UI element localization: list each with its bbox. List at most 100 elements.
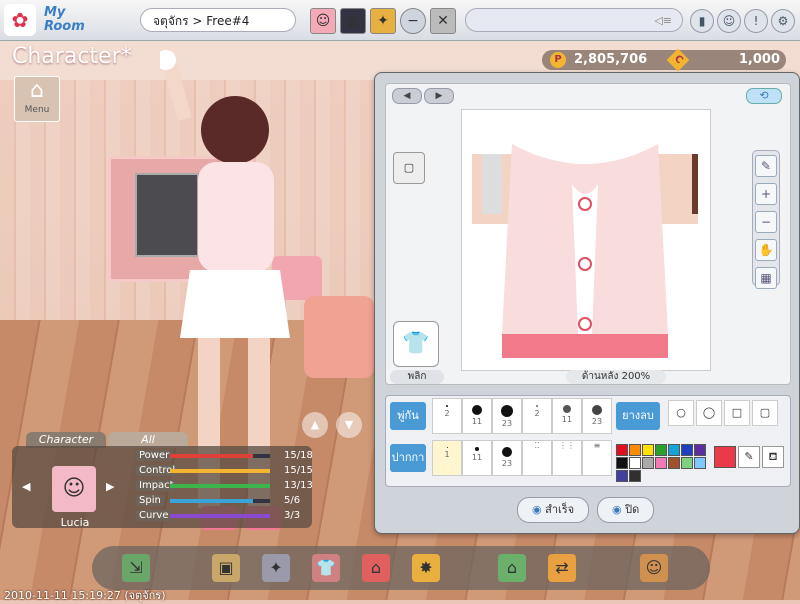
- close-button[interactable]: ◉ ปิด: [597, 497, 655, 523]
- stat-bar: [170, 484, 270, 488]
- shop-icon[interactable]: ▣: [212, 554, 240, 582]
- paint-canvas[interactable]: [461, 109, 711, 371]
- stat-fill: [170, 484, 270, 488]
- brush-size-3[interactable]: 23: [492, 398, 522, 434]
- brush-label: พู่กัน: [390, 402, 426, 430]
- clothes-icon[interactable]: 👕: [312, 554, 340, 582]
- settings-gear-icon[interactable]: ⚙: [771, 9, 795, 33]
- stat-bar: [170, 454, 270, 458]
- close-slot-icon[interactable]: ✕: [430, 8, 456, 34]
- refresh-button[interactable]: ⟲: [746, 88, 782, 104]
- editor-workspace: ◀ ▶ ⟲ ▢ ✎ + − ✋ ▦ 👕 พลิก ด้านหลัง 200%: [385, 83, 791, 385]
- palette-swatch[interactable]: [616, 457, 628, 469]
- eraser-square-large[interactable]: ▢: [752, 400, 778, 426]
- home-visit-icon[interactable]: ⌂: [498, 554, 526, 582]
- tshirt-icon[interactable]: 👕: [393, 321, 439, 367]
- exit-icon[interactable]: ⇲: [122, 554, 150, 582]
- chat-input[interactable]: ◁≡: [465, 8, 683, 32]
- alert-icon[interactable]: !: [744, 9, 768, 33]
- palette-swatch[interactable]: [642, 457, 654, 469]
- pen-pattern-1[interactable]: ⁚⁚: [522, 440, 552, 476]
- page-title: Character*: [12, 44, 132, 69]
- color-palette[interactable]: [616, 444, 708, 482]
- grid-icon[interactable]: ▦: [755, 267, 777, 289]
- brush-soft-3[interactable]: 23: [582, 398, 612, 434]
- flip-button[interactable]: พลิก: [390, 370, 444, 384]
- stat-bar: [170, 469, 270, 473]
- next-character-icon[interactable]: ▶: [106, 480, 114, 493]
- done-button[interactable]: ◉ สำเร็จ: [517, 497, 590, 523]
- eraser-medium[interactable]: ◯: [696, 400, 722, 426]
- palette-swatch[interactable]: [681, 457, 693, 469]
- zoom-in-icon[interactable]: +: [755, 183, 777, 205]
- timestamp: 2010-11-11 15:19:27 (จตุจักร): [4, 589, 166, 602]
- palette-swatch[interactable]: [629, 470, 641, 482]
- inventory-icon[interactable]: ✦: [262, 554, 290, 582]
- palette-swatch[interactable]: [655, 457, 667, 469]
- prev-button[interactable]: ◀: [392, 88, 422, 104]
- coupon-icon[interactable]: ✸: [412, 554, 440, 582]
- eraser-small[interactable]: ○: [668, 400, 694, 426]
- pencil-icon[interactable]: ✎: [755, 155, 777, 177]
- emote-slot-icon[interactable]: −: [400, 8, 426, 34]
- speaker-icon: ◁≡: [654, 14, 672, 27]
- home-icon: ⌂: [30, 78, 44, 103]
- layer-icon[interactable]: ▢: [393, 152, 425, 184]
- brush-soft-2[interactable]: 11: [552, 398, 582, 434]
- palette-swatch[interactable]: [655, 444, 667, 456]
- pen-label: ปากกา: [390, 444, 426, 472]
- scroll-down-icon[interactable]: ▼: [336, 412, 362, 438]
- coin-icon: P: [550, 52, 566, 68]
- location-selector[interactable]: จตุจักร > Free#4: [140, 8, 296, 32]
- palette-swatch[interactable]: [616, 470, 628, 482]
- brush-settings: พู่กัน 2 11 23 2 11 23 ยางลบ ○ ◯ □ ▢ ปาก…: [385, 395, 791, 487]
- palette-swatch[interactable]: [668, 457, 680, 469]
- device-icon[interactable]: ▮: [690, 9, 714, 33]
- zoom-out-icon[interactable]: −: [755, 211, 777, 233]
- menu-button[interactable]: ⌂ Menu: [14, 76, 60, 122]
- texture-editor-panel: ◀ ▶ ⟲ ▢ ✎ + − ✋ ▦ 👕 พลิก ด้านหลัง 200% พ…: [374, 72, 800, 534]
- house-icon[interactable]: ⌂: [362, 554, 390, 582]
- bucket-icon[interactable]: ⛾: [762, 446, 784, 468]
- friends-icon[interactable]: ☺: [717, 9, 741, 33]
- palette-swatch[interactable]: [616, 444, 628, 456]
- pen-pattern-2[interactable]: ⋮⋮: [552, 440, 582, 476]
- pen-size-2[interactable]: 11: [462, 440, 492, 476]
- pen-pattern-3[interactable]: ≡: [582, 440, 612, 476]
- avatar-slot-icon[interactable]: ☺: [310, 8, 336, 34]
- stat-label: Spin: [136, 495, 164, 506]
- brush-size-1[interactable]: 2: [432, 398, 462, 434]
- stat-value: 15/18: [284, 450, 313, 461]
- pen-size-1[interactable]: 1: [432, 440, 462, 476]
- my-room-label[interactable]: My Room: [44, 6, 85, 34]
- brush-size-2[interactable]: 11: [462, 398, 492, 434]
- item-slot-icon[interactable]: ✦: [370, 8, 396, 34]
- current-color-swatch[interactable]: [714, 446, 736, 468]
- stat-label: Curve: [136, 510, 172, 521]
- eraser-square-small[interactable]: □: [724, 400, 750, 426]
- game-logo-icon[interactable]: ✿: [4, 4, 36, 36]
- palette-swatch[interactable]: [629, 457, 641, 469]
- next-button[interactable]: ▶: [424, 88, 454, 104]
- prev-character-icon[interactable]: ◀: [22, 480, 30, 493]
- palette-swatch[interactable]: [681, 444, 693, 456]
- stat-row: Control 15/15: [134, 465, 314, 477]
- palette-swatch[interactable]: [694, 444, 706, 456]
- stat-value: 3/3: [284, 510, 301, 521]
- outfit-slot-icon[interactable]: ▦: [340, 8, 366, 34]
- hand-pan-icon[interactable]: ✋: [755, 239, 777, 261]
- cash-amount: 1,000: [738, 52, 780, 67]
- palette-swatch[interactable]: [668, 444, 680, 456]
- radio-icon: ◉: [612, 503, 626, 516]
- exchange-icon[interactable]: ⇄: [548, 554, 576, 582]
- option-icon[interactable]: ☺: [640, 554, 668, 582]
- stat-fill: [170, 514, 270, 518]
- palette-swatch[interactable]: [694, 457, 706, 469]
- pen-size-3[interactable]: 23: [492, 440, 522, 476]
- palette-swatch[interactable]: [629, 444, 641, 456]
- radio-icon: ◉: [532, 503, 546, 516]
- brush-soft-1[interactable]: 2: [522, 398, 552, 434]
- palette-swatch[interactable]: [642, 444, 654, 456]
- eyedropper-icon[interactable]: ✎: [738, 446, 760, 468]
- top-bar: ✿ My Room จตุจักร > Free#4 ☺ ▦ ✦ − ✕ ◁≡ …: [0, 0, 800, 41]
